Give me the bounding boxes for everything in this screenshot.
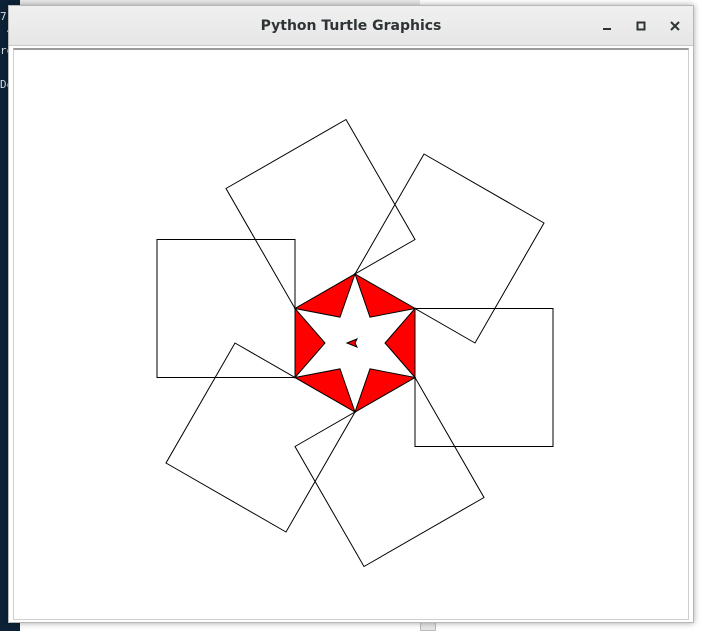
star-triangle: [294, 307, 326, 379]
square-outline: [294, 376, 485, 568]
square-outline: [156, 239, 296, 378]
terminal-line: 7: [0, 10, 7, 23]
square-outline: [414, 308, 554, 447]
star-triangle: [354, 272, 417, 318]
minimize-icon: [602, 21, 612, 31]
star-triangle: [384, 307, 416, 379]
turtle-canvas[interactable]: [13, 48, 689, 620]
close-icon: [670, 21, 680, 31]
square-outline: [225, 118, 416, 310]
star-triangle: [293, 272, 356, 318]
minimize-button[interactable]: [595, 14, 619, 38]
close-button[interactable]: [663, 14, 687, 38]
maximize-icon: [636, 21, 646, 31]
turtle-drawing: [156, 118, 554, 568]
turtle-window: Python Turtle Graphics: [8, 5, 694, 623]
star-triangle: [293, 368, 356, 414]
turtle-cursor-icon: [345, 338, 359, 348]
maximize-button[interactable]: [629, 14, 653, 38]
titlebar[interactable]: Python Turtle Graphics: [9, 6, 693, 46]
window-title: Python Turtle Graphics: [260, 18, 442, 34]
desktop: 7 4 re De Python Turtle Graphics: [0, 0, 703, 631]
star-triangle: [354, 368, 417, 414]
